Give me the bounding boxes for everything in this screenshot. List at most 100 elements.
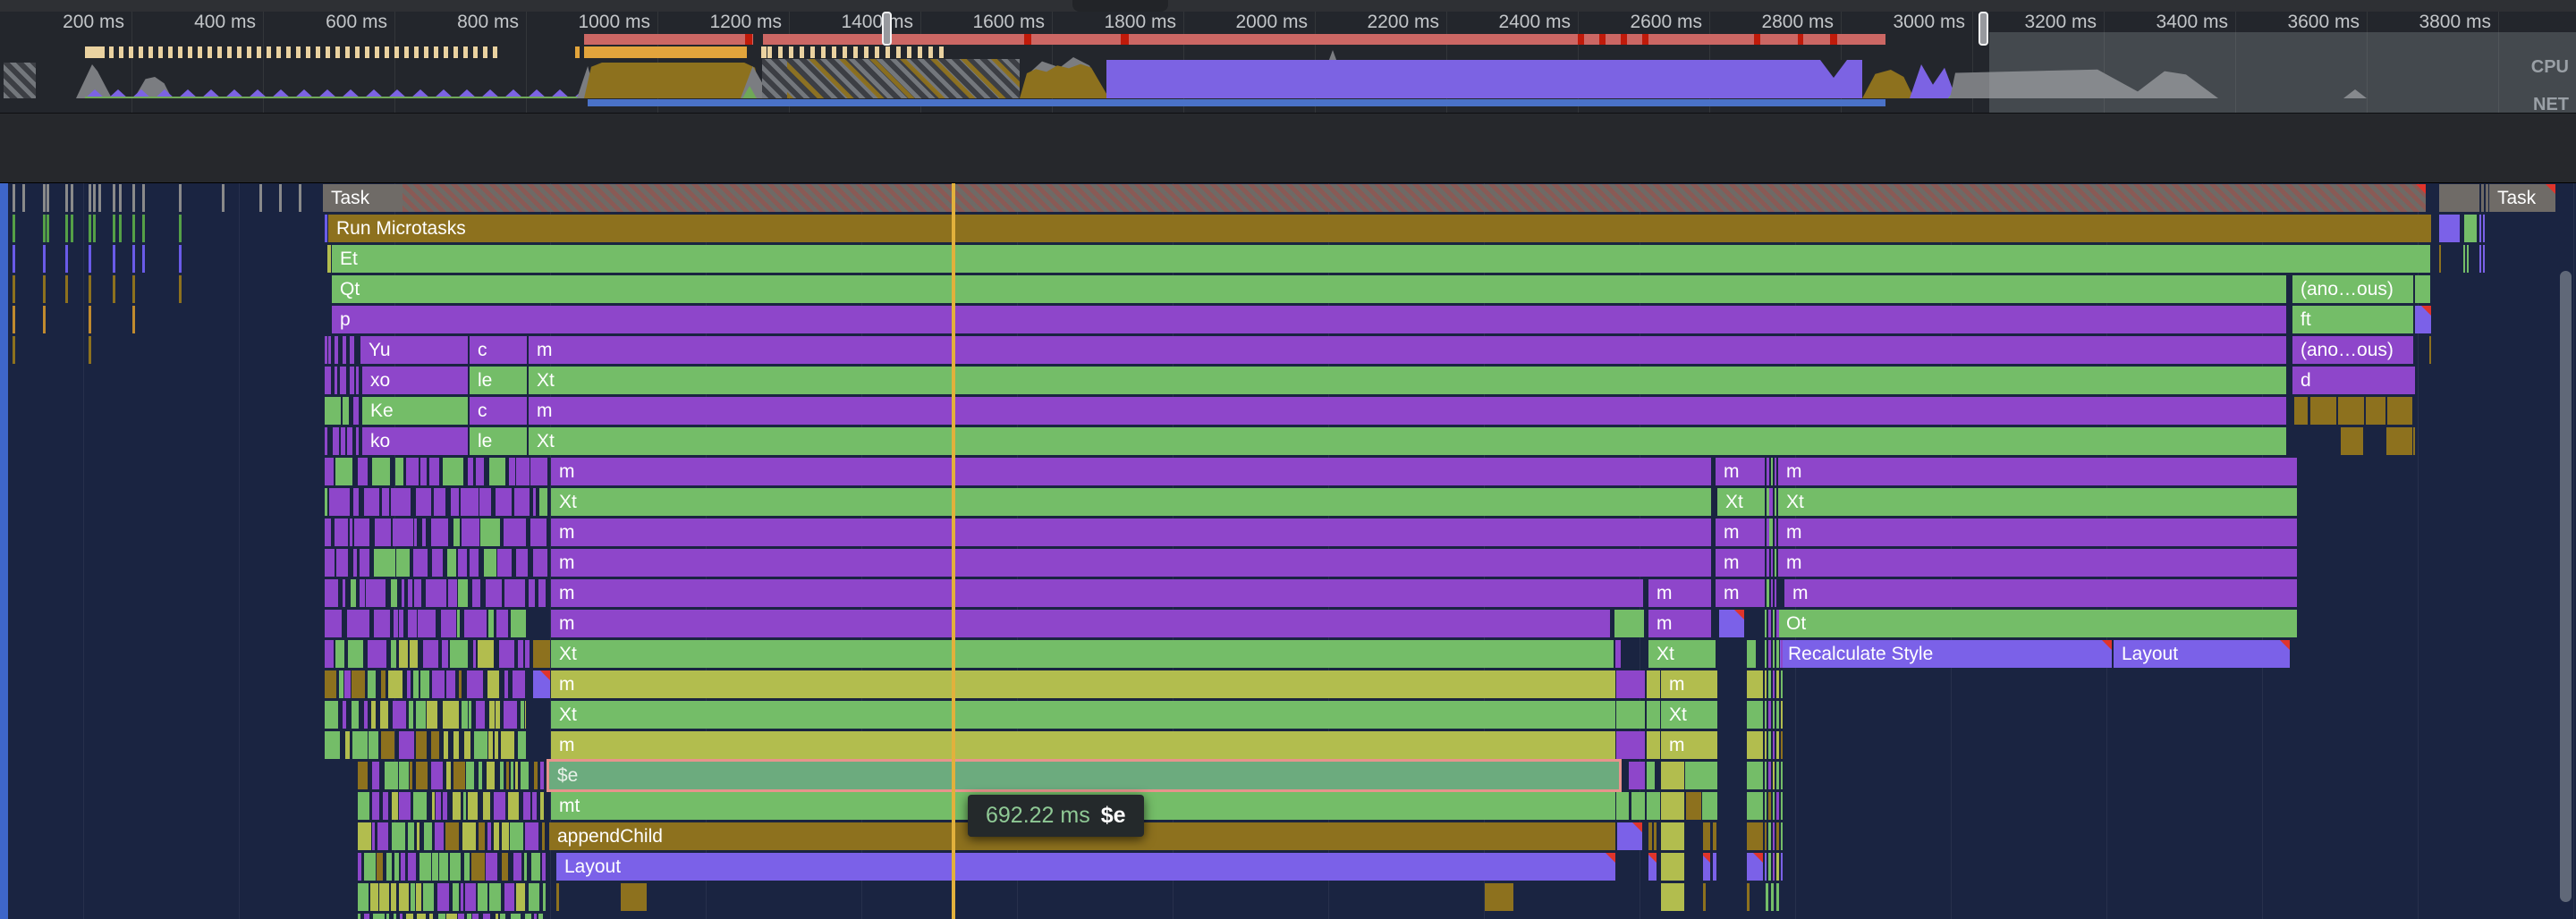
flame-bar[interactable] <box>1768 610 1771 637</box>
flame-bar[interactable] <box>407 670 411 698</box>
flame-bar[interactable] <box>462 701 468 729</box>
flame-bar[interactable] <box>1767 579 1769 607</box>
flame-bar[interactable] <box>1773 822 1775 850</box>
flame-bar[interactable] <box>500 762 504 789</box>
flame-bar-ko[interactable]: ko <box>362 427 468 455</box>
flame-bar[interactable] <box>352 670 365 698</box>
flame-bar[interactable] <box>2439 245 2441 273</box>
flame-bar[interactable] <box>1747 883 1750 911</box>
flame-bar[interactable] <box>462 822 476 850</box>
flame-bar[interactable] <box>461 883 463 911</box>
flame-bar[interactable] <box>416 701 426 729</box>
flame-bar[interactable] <box>1747 792 1763 820</box>
flame-bar-m[interactable]: m <box>529 336 2286 364</box>
flame-bar-xt[interactable]: Xt <box>529 427 2286 455</box>
flame-bar[interactable] <box>1775 488 1776 516</box>
flame-bar[interactable] <box>1647 731 1660 759</box>
flame-bar-m[interactable]: m <box>1778 458 2297 485</box>
flame-bar[interactable] <box>437 883 449 911</box>
flame-bar[interactable] <box>374 549 395 577</box>
flame-bar[interactable] <box>345 731 350 759</box>
flame-bar[interactable] <box>1768 670 1771 698</box>
flame-bar[interactable] <box>414 519 417 546</box>
flame-bar[interactable] <box>394 914 396 919</box>
flame-bar[interactable] <box>495 731 498 759</box>
flame-bar[interactable] <box>1773 853 1775 881</box>
flame-bar[interactable] <box>1773 640 1775 668</box>
flame-bar[interactable] <box>1719 610 1744 637</box>
flame-bar[interactable] <box>621 883 647 911</box>
flame-bar[interactable] <box>468 458 473 485</box>
flame-bar[interactable] <box>513 670 525 698</box>
flame-bar[interactable] <box>360 579 365 607</box>
flame-bar[interactable] <box>335 519 348 546</box>
flame-bar[interactable] <box>335 640 344 668</box>
flame-bar[interactable] <box>533 488 536 516</box>
flame-bar[interactable] <box>429 458 439 485</box>
flame-bar[interactable] <box>411 883 415 911</box>
flame-bar[interactable] <box>352 701 359 729</box>
flame-bar[interactable] <box>448 579 457 607</box>
flame-bar[interactable] <box>509 458 515 485</box>
flame-bar[interactable] <box>443 458 463 485</box>
flame-bar-m[interactable]: m <box>1661 670 1717 698</box>
flame-bar[interactable] <box>442 640 448 668</box>
flame-bar[interactable] <box>1647 670 1660 698</box>
flame-bar[interactable] <box>488 610 494 637</box>
flame-bar[interactable] <box>1661 883 1684 911</box>
flame-bar[interactable] <box>416 762 428 789</box>
flame-bar[interactable] <box>1765 640 1767 668</box>
flame-bar[interactable] <box>1615 640 1621 668</box>
flame-bar[interactable] <box>540 792 544 820</box>
flame-bar[interactable] <box>391 640 396 668</box>
flame-bar-c[interactable]: c <box>470 397 527 425</box>
flame-bar[interactable] <box>347 610 369 637</box>
flame-bar[interactable] <box>1773 762 1775 789</box>
flame-bar[interactable] <box>479 488 491 516</box>
flame-bar[interactable] <box>341 427 345 455</box>
flame-bar[interactable] <box>1773 792 1775 820</box>
flame-bar-xt[interactable]: Xt <box>1778 488 2297 516</box>
flame-bar[interactable] <box>445 822 459 850</box>
flame-bar[interactable] <box>446 670 455 698</box>
flame-bar[interactable] <box>370 883 378 911</box>
flame-bar[interactable] <box>419 853 431 881</box>
flame-bar[interactable] <box>2341 427 2363 455</box>
flame-bar[interactable] <box>1765 701 1767 729</box>
flame-bar-m[interactable]: m <box>1648 579 1711 607</box>
flame-bar[interactable] <box>531 853 540 881</box>
flame-bar[interactable] <box>533 549 547 577</box>
flame-bar[interactable] <box>465 883 476 911</box>
flame-bar[interactable] <box>524 853 527 881</box>
flame-bar[interactable] <box>333 427 339 455</box>
flame-bar[interactable] <box>1776 792 1779 820</box>
flame-bar[interactable] <box>1767 549 1769 577</box>
flame-bar[interactable] <box>406 914 413 919</box>
flame-bar[interactable] <box>377 853 383 881</box>
flame-bar[interactable] <box>458 914 464 919</box>
flame-bar[interactable] <box>529 883 539 911</box>
flame-bar[interactable] <box>1767 519 1769 546</box>
flame-bar[interactable] <box>392 822 405 850</box>
flame-bar[interactable] <box>432 549 443 577</box>
flame-bar[interactable] <box>1685 762 1717 789</box>
flame-bar[interactable] <box>417 822 419 850</box>
flame-bar[interactable] <box>414 579 421 607</box>
flame-bar[interactable] <box>360 549 369 577</box>
flame-bar[interactable] <box>461 488 479 516</box>
flame-bar[interactable] <box>499 640 514 668</box>
flame-bar-xt[interactable]: Xt <box>551 701 1615 729</box>
flame-bar[interactable] <box>423 883 434 911</box>
flame-bar[interactable] <box>444 731 448 759</box>
flame-bar[interactable] <box>506 762 509 789</box>
flame-bar[interactable] <box>474 731 487 759</box>
flame-bar[interactable] <box>325 215 327 242</box>
flame-bar[interactable] <box>2464 215 2477 242</box>
flame-bar[interactable] <box>402 579 404 607</box>
flame-bar-anoous[interactable]: (ano…ous) <box>2292 275 2413 303</box>
flame-bar[interactable] <box>410 640 418 668</box>
flame-bar-xt[interactable]: Xt <box>1717 488 1765 516</box>
flame-bar[interactable] <box>540 762 544 789</box>
flame-bar[interactable] <box>408 579 412 607</box>
flame-bar[interactable] <box>1771 458 1773 485</box>
